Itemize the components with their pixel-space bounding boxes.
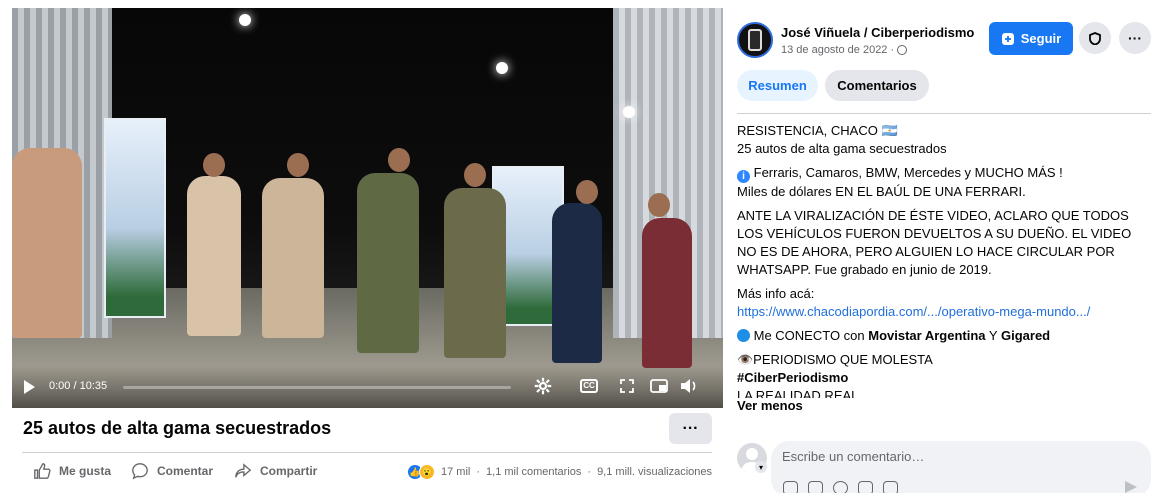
video-scene-light — [623, 106, 635, 118]
follow-label: Seguir — [1020, 31, 1062, 46]
fullscreen-icon[interactable] — [616, 376, 638, 396]
video-scene-person — [464, 163, 486, 187]
page-avatar[interactable] — [737, 22, 773, 58]
divider — [22, 452, 712, 453]
sticker-icon[interactable] — [808, 481, 823, 493]
video-scene-banner — [104, 118, 166, 318]
post-date-text[interactable]: 13 de agosto de 2022 · — [781, 44, 894, 56]
volume-icon[interactable] — [678, 376, 700, 396]
video-scene-person — [357, 173, 419, 353]
tagline: 👁️PERIODISMO QUE MOLESTA — [737, 352, 933, 367]
share-button[interactable]: Compartir — [234, 462, 317, 480]
tab-resumen[interactable]: Resumen — [737, 70, 818, 101]
blue-circle-icon — [737, 329, 750, 342]
video-scene-person — [287, 153, 309, 177]
truncated-line: LA REALIDAD REAL — [737, 388, 859, 398]
wow-reaction-icon: 😮 — [419, 464, 435, 480]
video-scene-light — [496, 62, 508, 74]
hashtag-link[interactable]: #CiberPeriodismo — [737, 370, 848, 385]
video-scene-person — [642, 218, 692, 368]
video-title: 25 autos de alta gama secuestrados — [23, 418, 332, 438]
comment-tools — [783, 481, 898, 493]
article-link[interactable]: https://www.chacodiapordia.com/.../opera… — [737, 304, 1090, 319]
video-scene-person — [552, 203, 602, 363]
reaction-icons[interactable]: 👍 😮 — [407, 464, 435, 480]
video-more-button[interactable]: ··· — [669, 413, 712, 444]
comment-composer[interactable] — [771, 441, 1151, 493]
see-less-link[interactable]: Ver menos — [737, 398, 803, 413]
comment-button[interactable]: Comentar — [131, 462, 213, 480]
share-label: Compartir — [260, 464, 318, 478]
stats-separator: · — [587, 466, 592, 478]
divider — [737, 113, 1151, 114]
follow-icon — [1001, 32, 1014, 45]
movistar-mention[interactable]: Movistar Argentina — [868, 328, 985, 343]
like-button[interactable]: Me gusta — [33, 462, 111, 480]
gigared-mention[interactable]: Gigared — [1001, 328, 1050, 343]
tab-comentarios[interactable]: Comentarios — [825, 70, 929, 101]
video-scene-person — [576, 180, 598, 204]
camera-icon[interactable] — [883, 481, 898, 493]
video-progress-bar[interactable] — [123, 386, 511, 389]
globe-icon — [897, 45, 908, 55]
gif-icon[interactable] — [858, 481, 873, 493]
video-scene-light — [239, 14, 251, 26]
more-info-label: Más info acá: — [737, 286, 815, 301]
post-body: RESISTENCIA, CHACO 🇦🇷 25 autos de alta g… — [737, 122, 1151, 398]
engagement-stats: 👍 😮 17 mil · 1,1 mil comentarios · 9,1 m… — [407, 464, 712, 480]
thumbs-up-icon — [34, 463, 51, 479]
emoji-icon[interactable] — [833, 481, 848, 493]
post-location: RESISTENCIA, CHACO 🇦🇷 — [737, 123, 898, 138]
view-count: 9,1 mill. visualizaciones — [597, 466, 712, 478]
captions-icon[interactable]: CC — [578, 376, 600, 396]
video-scene-person — [187, 176, 241, 336]
post-headline: 25 autos de alta gama secuestrados — [737, 141, 947, 156]
video-scene-person — [648, 193, 670, 217]
chevron-down-icon[interactable]: ▾ — [755, 461, 767, 473]
shield-icon — [1089, 31, 1101, 45]
follow-button[interactable]: Seguir — [989, 22, 1073, 55]
connect-and: Y — [988, 328, 998, 343]
share-arrow-icon — [235, 463, 252, 478]
video-scene-person — [444, 188, 506, 358]
post-detail: Ferraris, Camaros, BMW, Mercedes y MUCHO… — [753, 165, 1063, 180]
play-icon[interactable] — [24, 380, 35, 394]
save-post-button[interactable] — [1079, 22, 1111, 54]
stats-separator: · — [476, 466, 481, 478]
video-scene-person — [262, 178, 324, 338]
like-label: Me gusta — [59, 464, 112, 478]
comment-count[interactable]: 1,1 mil comentarios — [486, 466, 581, 478]
comment-label: Comentar — [157, 464, 214, 478]
settings-gear-icon[interactable] — [532, 376, 554, 396]
comment-bubble-icon — [132, 463, 148, 480]
page-author-name[interactable]: José Viñuela / Ciberperiodismo — [781, 25, 974, 40]
send-icon[interactable] — [1125, 481, 1137, 493]
post-more-button[interactable]: ··· — [1119, 22, 1151, 54]
info-icon: i — [737, 170, 750, 183]
picture-in-picture-icon[interactable] — [648, 376, 670, 396]
post-paragraph: ANTE LA VIRALIZACIÓN DE ÉSTE VIDEO, ACLA… — [737, 208, 1132, 277]
post-date: 13 de agosto de 2022 · — [781, 44, 908, 56]
video-scene-person — [12, 148, 82, 338]
comment-input[interactable] — [782, 449, 1122, 464]
video-time: 0:00 / 10:35 — [49, 380, 108, 392]
phone-icon — [748, 29, 762, 51]
avatar-sticker-icon[interactable] — [783, 481, 798, 493]
video-player[interactable]: 0:00 / 10:35 CC — [12, 8, 723, 408]
reaction-count[interactable]: 17 mil — [441, 466, 470, 478]
connect-text: Me CONECTO con — [753, 328, 865, 343]
post-detail: Miles de dólares EN EL BAÚL DE UNA FERRA… — [737, 184, 1026, 199]
video-controls: 0:00 / 10:35 CC — [12, 366, 723, 408]
video-scene-person — [388, 148, 410, 172]
video-scene-person — [203, 153, 225, 177]
